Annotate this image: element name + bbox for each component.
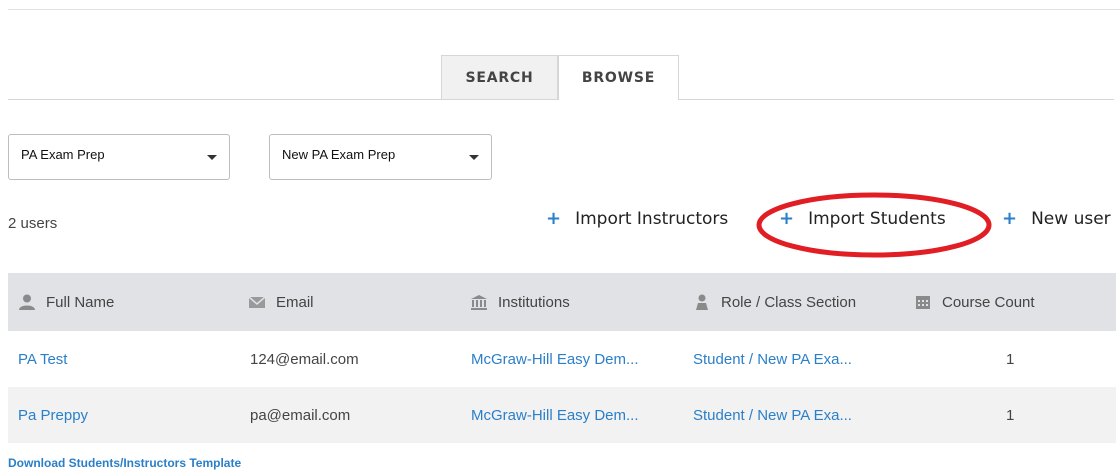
column-institutions[interactable]: Institutions — [470, 294, 570, 311]
table-row: PA Test 124@email.com McGraw-Hill Easy D… — [8, 331, 1116, 387]
table-header: Full Name Email Institutions Role / Clas… — [8, 273, 1116, 331]
row-institution[interactable]: McGraw-Hill Easy Dem... — [471, 407, 639, 424]
calendar-icon — [916, 296, 930, 309]
table-row: Pa Preppy pa@email.com McGraw-Hill Easy … — [8, 387, 1116, 443]
import-instructors-button[interactable]: + Import Instructors — [546, 208, 728, 229]
row-full-name[interactable]: PA Test — [18, 351, 67, 368]
program-select[interactable]: PA Exam Prep — [8, 134, 230, 180]
tab-search[interactable]: SEARCH — [441, 55, 558, 99]
role-icon — [696, 294, 708, 310]
top-divider — [8, 9, 1120, 10]
plus-icon: + — [1002, 208, 1018, 229]
row-course-count: 1 — [1006, 350, 1015, 368]
program-select-value: PA Exam Prep — [21, 147, 105, 162]
envelope-icon — [248, 296, 266, 308]
chevron-down-icon — [469, 155, 479, 160]
column-label: Course Count — [942, 293, 1035, 311]
section-select-value: New PA Exam Prep — [282, 147, 396, 162]
plus-icon: + — [779, 208, 795, 229]
users-table: Full Name Email Institutions Role / Clas… — [8, 273, 1116, 443]
row-role[interactable]: Student / New PA Exa... — [693, 407, 852, 424]
row-role[interactable]: Student / New PA Exa... — [693, 351, 852, 368]
row-course-count: 1 — [1006, 406, 1015, 424]
import-students-label: Import Students — [808, 208, 946, 229]
column-full-name[interactable]: Full Name — [18, 294, 114, 311]
row-institution[interactable]: McGraw-Hill Easy Dem... — [471, 351, 639, 368]
row-email: 124@email.com — [250, 350, 359, 368]
column-label: Full Name — [46, 293, 115, 311]
institution-icon — [471, 295, 487, 310]
column-label: Email — [276, 293, 314, 311]
chevron-down-icon — [207, 155, 217, 160]
import-instructors-label: Import Instructors — [575, 208, 729, 229]
section-select[interactable]: New PA Exam Prep — [269, 134, 492, 180]
download-template-link[interactable]: Download Students/Instructors Template — [8, 456, 241, 470]
new-user-label: New user — [1031, 208, 1111, 229]
row-full-name[interactable]: Pa Preppy — [18, 407, 88, 424]
tab-browse[interactable]: BROWSE — [558, 55, 679, 100]
column-label: Institutions — [498, 293, 570, 311]
column-email[interactable]: Email — [248, 294, 314, 311]
person-icon — [19, 294, 35, 310]
row-email: pa@email.com — [250, 406, 351, 424]
users-count: 2 users — [8, 215, 58, 232]
column-role-class-section[interactable]: Role / Class Section — [693, 294, 856, 311]
column-course-count[interactable]: Course Count — [914, 294, 1035, 311]
new-user-button[interactable]: + New user — [1002, 208, 1111, 229]
import-students-button[interactable]: + Import Students — [779, 208, 946, 229]
plus-icon: + — [546, 208, 562, 229]
column-label: Role / Class Section — [721, 293, 857, 311]
